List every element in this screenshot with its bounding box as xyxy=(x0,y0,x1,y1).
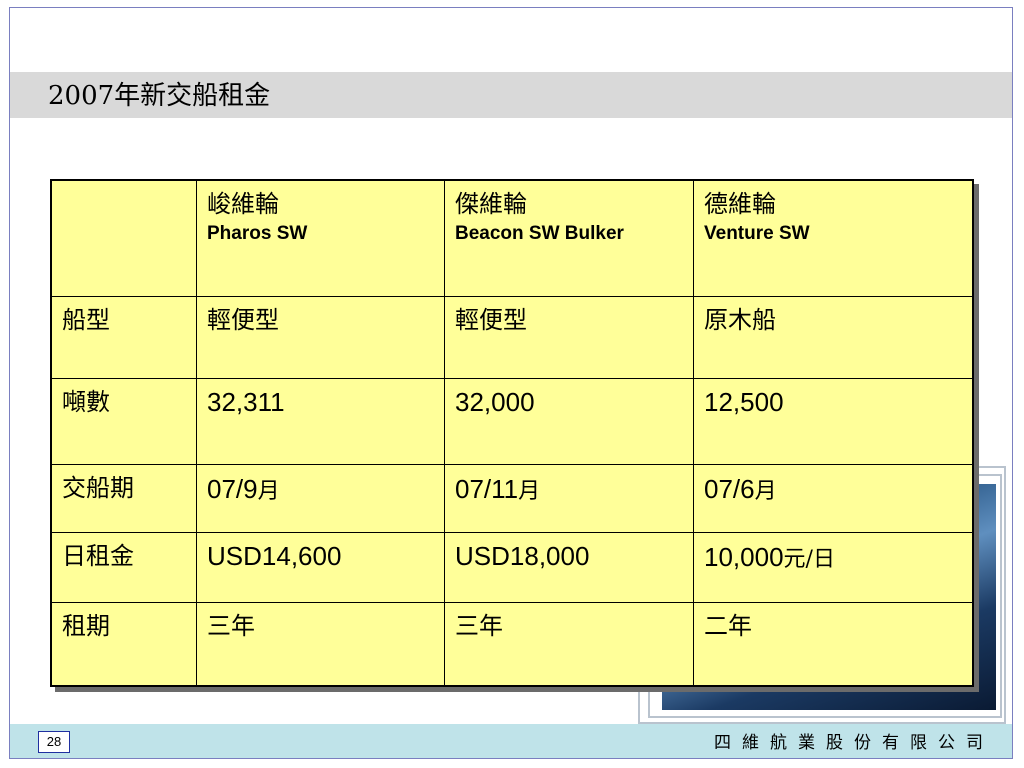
slide-title: 2007年新交船租金 xyxy=(48,81,271,111)
vessel-name-zh: 德維輪 xyxy=(704,190,776,218)
header-cell-beacon: 傑維輪 Beacon SW Bulker xyxy=(444,179,694,297)
table-cell: 07/6月 xyxy=(693,463,974,533)
company-name: 四維航業股份有限公司 xyxy=(714,733,994,753)
row-label: 租期 xyxy=(50,601,197,687)
table-cell: 10,000元/日 xyxy=(693,531,974,603)
table-cell: 三年 xyxy=(444,601,694,687)
charter-rate-table: 峻維輪 Pharos SW 傑維輪 Beacon SW Bulker 德維輪 V… xyxy=(50,179,974,687)
table-cell: 二年 xyxy=(693,601,974,687)
row-label: 交船期 xyxy=(50,463,197,533)
vessel-name-zh: 傑維輪 xyxy=(455,190,527,218)
row-label: 日租金 xyxy=(50,531,197,603)
table-cell: 07/9月 xyxy=(196,463,445,533)
table-cell: USD18,000 xyxy=(444,531,694,603)
header-cell-venture: 德維輪 Venture SW xyxy=(693,179,974,297)
table-cell: 輕便型 xyxy=(444,295,694,379)
vessel-name-en: Pharos SW xyxy=(207,223,308,244)
table-cell: 32,000 xyxy=(444,377,694,465)
table-cell: USD14,600 xyxy=(196,531,445,603)
row-label: 船型 xyxy=(50,295,197,379)
table-header-row: 峻維輪 Pharos SW 傑維輪 Beacon SW Bulker 德維輪 V… xyxy=(50,179,974,297)
table-cell: 12,500 xyxy=(693,377,974,465)
table-cell: 三年 xyxy=(196,601,445,687)
table-row-tonnage: 噸數 32,311 32,000 12,500 xyxy=(50,377,974,465)
table-cell: 07/11月 xyxy=(444,463,694,533)
vessel-name-en: Venture SW xyxy=(704,223,810,244)
table-row-delivery: 交船期 07/9月 07/11月 07/6月 xyxy=(50,463,974,533)
table-row-daily-rate: 日租金 USD14,600 USD18,000 10,000元/日 xyxy=(50,531,974,603)
table-cell: 輕便型 xyxy=(196,295,445,379)
header-cell-pharos: 峻維輪 Pharos SW xyxy=(196,179,445,297)
vessel-name-zh: 峻維輪 xyxy=(207,190,279,218)
table-cell: 32,311 xyxy=(196,377,445,465)
row-label: 噸數 xyxy=(50,377,197,465)
header-corner-cell xyxy=(50,179,197,297)
vessel-name-en: Beacon SW Bulker xyxy=(455,223,624,244)
table-cell: 原木船 xyxy=(693,295,974,379)
page-number: 28 xyxy=(38,731,70,753)
table-row-ship-type: 船型 輕便型 輕便型 原木船 xyxy=(50,295,974,379)
table-row-term: 租期 三年 三年 二年 xyxy=(50,601,974,687)
